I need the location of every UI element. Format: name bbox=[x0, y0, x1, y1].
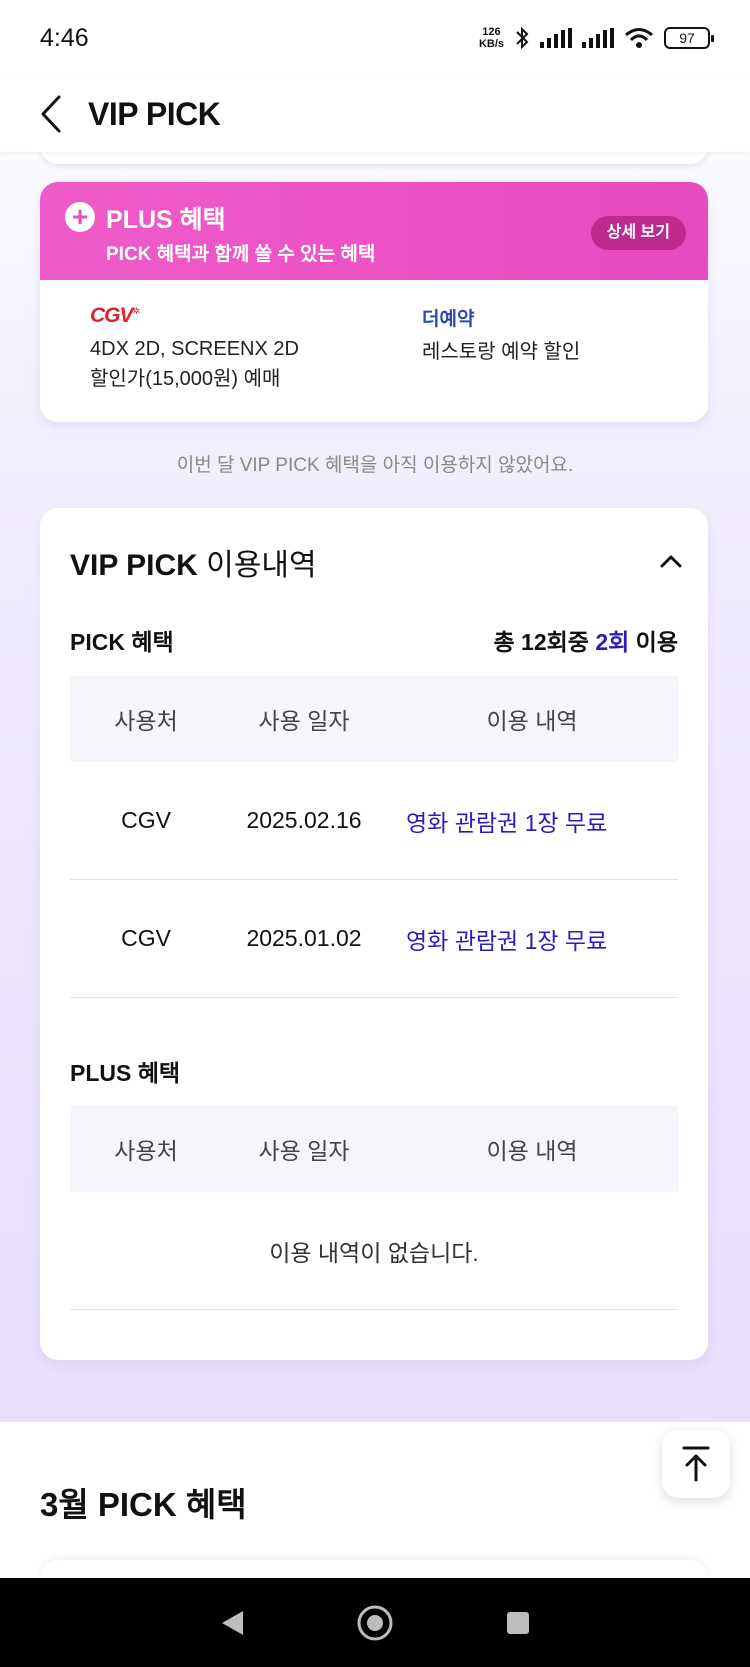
row-detail: 영화 관람권 1장 무료 bbox=[406, 809, 608, 836]
row-place: CGV bbox=[121, 807, 171, 833]
partner-cgv[interactable]: CGV✲ 4DX 2D, SCREENX 2D 할인가(15,000원) 예매 bbox=[90, 304, 299, 394]
wifi-icon bbox=[625, 28, 653, 48]
table-row: CGV 2025.01.02 영화 관람권 1장 무료 bbox=[70, 880, 678, 998]
row-place: CGV bbox=[121, 925, 171, 951]
battery-icon: 97 bbox=[664, 27, 714, 49]
nav-recents-button[interactable] bbox=[493, 1598, 543, 1648]
column-header-detail: 이용 내역 bbox=[486, 708, 578, 734]
column-header-place: 사용처 bbox=[114, 708, 178, 734]
back-button[interactable] bbox=[26, 89, 76, 139]
partner-cgv-line1: 4DX 2D, SCREENX 2D bbox=[90, 338, 299, 360]
status-icons: 126 KB/s 97 bbox=[479, 26, 714, 50]
next-card bbox=[40, 1560, 708, 1580]
signal-icon bbox=[540, 28, 572, 48]
table-header: 사용처 사용 일자 이용 내역 bbox=[70, 676, 678, 762]
square-recents-icon bbox=[507, 1611, 530, 1634]
nav-back-button[interactable] bbox=[207, 1598, 257, 1648]
chevron-left-icon bbox=[41, 95, 61, 133]
collapse-button[interactable] bbox=[656, 546, 686, 576]
page-title: VIP PICK bbox=[88, 95, 221, 132]
cgv-logo: CGV✲ bbox=[90, 304, 140, 327]
usage-history-title: VIP PICK 이용내역 bbox=[70, 549, 317, 582]
nav-home-button[interactable] bbox=[350, 1598, 400, 1648]
plus-benefit-subtitle: PICK 혜택과 함께 쓸 수 있는 혜택 bbox=[106, 244, 376, 265]
pick-section-label: PICK 혜택 bbox=[70, 629, 174, 655]
plus-benefit-title: PLUS 혜택 bbox=[106, 206, 226, 234]
plus-section-label: PLUS 혜택 bbox=[70, 1060, 181, 1086]
bluetooth-icon bbox=[516, 26, 529, 50]
signal-icon-2 bbox=[582, 28, 614, 48]
column-header-place: 사용처 bbox=[114, 1138, 178, 1164]
pick-usage-count: 총 12회중 2회 이용 bbox=[493, 629, 678, 655]
column-header-detail: 이용 내역 bbox=[486, 1138, 578, 1164]
row-detail: 영화 관람권 1장 무료 bbox=[406, 927, 608, 954]
triangle-back-icon bbox=[221, 1610, 243, 1635]
status-time: 4:46 bbox=[40, 23, 89, 52]
row-date: 2025.02.16 bbox=[246, 807, 362, 833]
chevron-up-icon bbox=[660, 555, 682, 568]
app-header: VIP PICK bbox=[0, 76, 750, 152]
arrow-up-icon bbox=[682, 1446, 710, 1482]
partner-cgv-line2: 할인가(15,000원) 예매 bbox=[90, 368, 281, 390]
plus-benefit-card: + PLUS 혜택 PICK 혜택과 함께 쓸 수 있는 혜택 상세 보기 CG… bbox=[40, 182, 708, 422]
empty-history-message: 이용 내역이 없습니다. bbox=[70, 1192, 678, 1310]
plus-history-table: 사용처 사용 일자 이용 내역 이용 내역이 없습니다. bbox=[70, 1106, 678, 1310]
plus-circle-icon: + bbox=[65, 202, 95, 232]
partner-theyeyak[interactable]: 더예약 레스토랑 예약 할인 bbox=[422, 304, 580, 367]
column-header-date: 사용 일자 bbox=[258, 708, 350, 734]
table-row: CGV 2025.02.16 영화 관람권 1장 무료 bbox=[70, 762, 678, 880]
row-date: 2025.01.02 bbox=[246, 925, 362, 951]
network-speed-value: 126 bbox=[482, 26, 501, 38]
network-speed: 126 KB/s bbox=[479, 26, 504, 50]
network-speed-unit: KB/s bbox=[478, 38, 504, 50]
column-header-date: 사용 일자 bbox=[258, 1138, 350, 1164]
march-pick-title: 3월 PICK 혜택 bbox=[40, 1486, 247, 1523]
unused-notice: 이번 달 VIP PICK 혜택을 아직 이용하지 않았어요. bbox=[176, 455, 574, 476]
scroll-to-top-button[interactable] bbox=[662, 1430, 730, 1498]
system-navigation-bar bbox=[0, 1578, 750, 1667]
usage-history-card: VIP PICK 이용내역 PICK 혜택 총 12회중 2회 이용 사용처 사… bbox=[40, 508, 708, 1360]
plus-benefit-header: + PLUS 혜택 PICK 혜택과 함께 쓸 수 있는 혜택 상세 보기 bbox=[40, 182, 708, 280]
pick-history-table: 사용처 사용 일자 이용 내역 CGV 2025.02.16 영화 관람권 1장… bbox=[70, 676, 678, 998]
table-header: 사용처 사용 일자 이용 내역 bbox=[70, 1106, 678, 1192]
circle-home-icon bbox=[357, 1605, 393, 1640]
theyeyak-logo: 더예약 bbox=[422, 309, 475, 330]
detail-view-button[interactable]: 상세 보기 bbox=[590, 216, 686, 250]
status-bar: 4:46 126 KB/s 97 bbox=[0, 0, 750, 76]
partner-theyeyak-line1: 레스토랑 예약 할인 bbox=[422, 341, 581, 363]
